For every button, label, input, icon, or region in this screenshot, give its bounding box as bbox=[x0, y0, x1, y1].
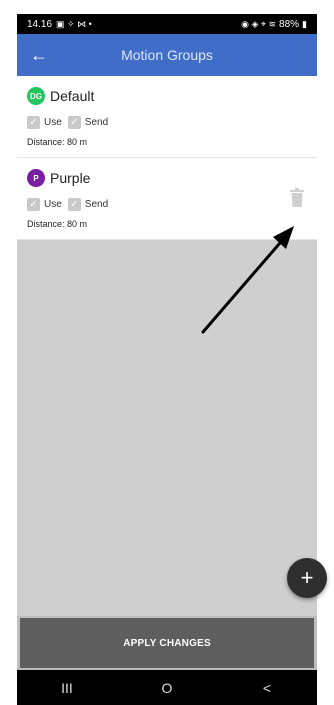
send-label: Send bbox=[84, 117, 109, 128]
use-checkbox[interactable]: ✓ Use bbox=[27, 198, 62, 211]
status-time: 14.16 bbox=[27, 18, 53, 30]
battery-icon: ▮ bbox=[302, 18, 307, 29]
send-checkbox[interactable]: ✓ Send bbox=[67, 198, 109, 211]
check-icon: ✓ bbox=[67, 198, 81, 211]
status-notification-icons: ▣ ✧ ⋈ • bbox=[56, 18, 92, 29]
trash-icon[interactable] bbox=[289, 188, 305, 208]
group-header: P Purple bbox=[27, 166, 307, 190]
home-button[interactable]: O bbox=[137, 680, 197, 696]
distance-label: Distance: 80 m bbox=[27, 219, 88, 229]
back-button[interactable]: ← bbox=[17, 34, 61, 76]
check-icon: ✓ bbox=[27, 198, 40, 211]
send-label: Send bbox=[84, 199, 109, 210]
status-bar: 14.16 ▣ ✧ ⋈ • ◉ ◈ ⌖ ≋ 88% ▮ bbox=[17, 14, 317, 34]
group-card-default: DG Default ✓ Use ✓ Send Distance: 80 m bbox=[17, 76, 317, 158]
status-right: ◉ ◈ ⌖ ≋ 88% ▮ bbox=[241, 19, 307, 30]
system-back-button[interactable]: < bbox=[237, 680, 297, 696]
apply-container: APPLY CHANGES bbox=[17, 616, 317, 670]
app-bar: ← Motion Groups bbox=[17, 34, 317, 76]
status-system-icons: ◉ ◈ ⌖ ≋ bbox=[241, 18, 277, 29]
use-checkbox[interactable]: ✓ Use bbox=[27, 116, 62, 129]
status-left: 14.16 ▣ ✧ ⋈ • bbox=[27, 19, 92, 30]
groups-list[interactable]: DG Default ✓ Use ✓ Send Distance: 80 m P… bbox=[17, 76, 317, 616]
group-header: DG Default bbox=[27, 84, 307, 108]
screen: 14.16 ▣ ✧ ⋈ • ◉ ◈ ⌖ ≋ 88% ▮ ← Motion Gro… bbox=[0, 0, 334, 705]
page-title: Motion Groups bbox=[121, 47, 213, 63]
system-nav-bar: III O < bbox=[17, 670, 317, 705]
apply-changes-button[interactable]: APPLY CHANGES bbox=[20, 618, 314, 668]
check-icon: ✓ bbox=[67, 116, 81, 129]
send-checkbox[interactable]: ✓ Send bbox=[67, 116, 109, 129]
group-name[interactable]: Default bbox=[50, 88, 94, 104]
group-options: ✓ Use ✓ Send bbox=[27, 116, 307, 129]
group-avatar: P bbox=[27, 169, 45, 187]
group-avatar: DG bbox=[27, 87, 45, 105]
group-options: ✓ Use ✓ Send bbox=[27, 198, 307, 211]
use-label: Use bbox=[44, 199, 62, 210]
use-label: Use bbox=[44, 117, 62, 128]
distance-label: Distance: 80 m bbox=[27, 137, 88, 147]
group-card-purple: P Purple ✓ Use ✓ Send Distance: 80 m bbox=[17, 158, 317, 240]
arrow-left-icon: ← bbox=[30, 44, 48, 65]
add-group-button[interactable]: + bbox=[287, 558, 327, 598]
recents-button[interactable]: III bbox=[37, 680, 97, 696]
battery-level: 88% bbox=[279, 18, 300, 30]
group-name[interactable]: Purple bbox=[50, 170, 90, 186]
plus-icon: + bbox=[300, 565, 314, 590]
check-icon: ✓ bbox=[27, 116, 40, 129]
